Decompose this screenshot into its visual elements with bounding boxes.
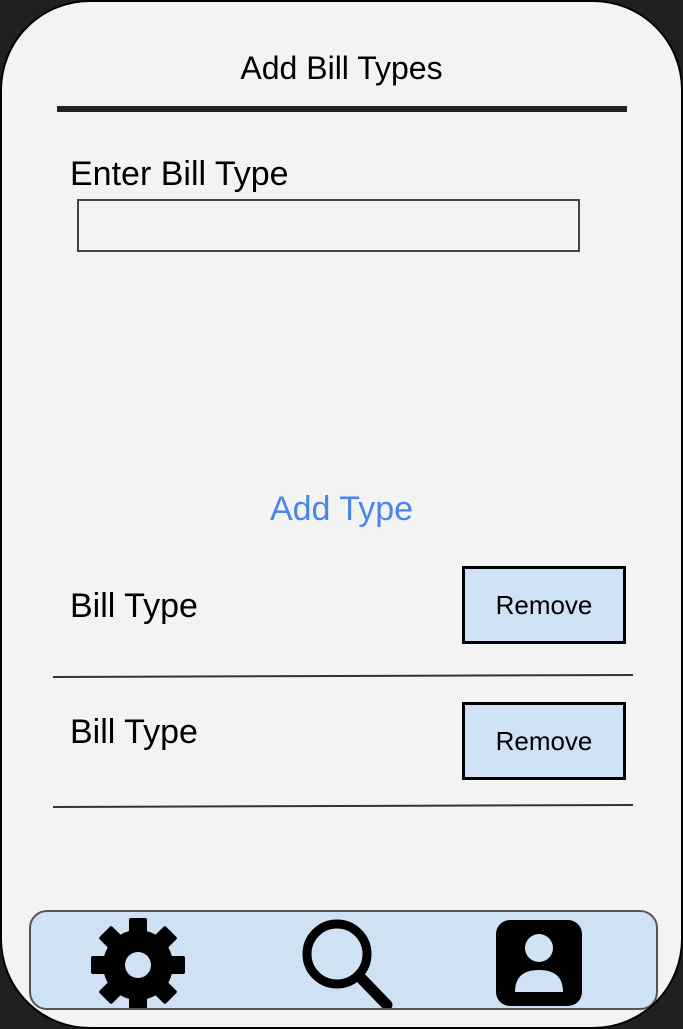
nav-profile[interactable] bbox=[493, 912, 585, 1008]
bill-type-item-label: Bill Type bbox=[70, 587, 198, 625]
title-divider bbox=[57, 106, 627, 112]
user-icon bbox=[496, 920, 582, 1006]
remove-bill-type-button[interactable]: Remove bbox=[462, 566, 626, 644]
add-type-button[interactable]: Add Type bbox=[2, 490, 681, 529]
bill-type-field-label: Enter Bill Type bbox=[70, 155, 289, 193]
row-divider bbox=[53, 803, 634, 808]
page-title: Add Bill Types bbox=[240, 50, 443, 86]
nav-search[interactable] bbox=[289, 912, 399, 1008]
bottom-nav bbox=[29, 910, 658, 1010]
gear-icon bbox=[91, 918, 185, 1008]
bill-type-input[interactable] bbox=[77, 199, 580, 252]
phone-frame: Add Bill Types Enter Bill Type Add Type … bbox=[0, 0, 683, 1029]
remove-bill-type-button[interactable]: Remove bbox=[462, 702, 626, 780]
row-divider bbox=[53, 673, 634, 678]
nav-settings[interactable] bbox=[83, 912, 193, 1008]
bill-type-item-label: Bill Type bbox=[70, 713, 198, 751]
search-icon bbox=[302, 919, 393, 1008]
